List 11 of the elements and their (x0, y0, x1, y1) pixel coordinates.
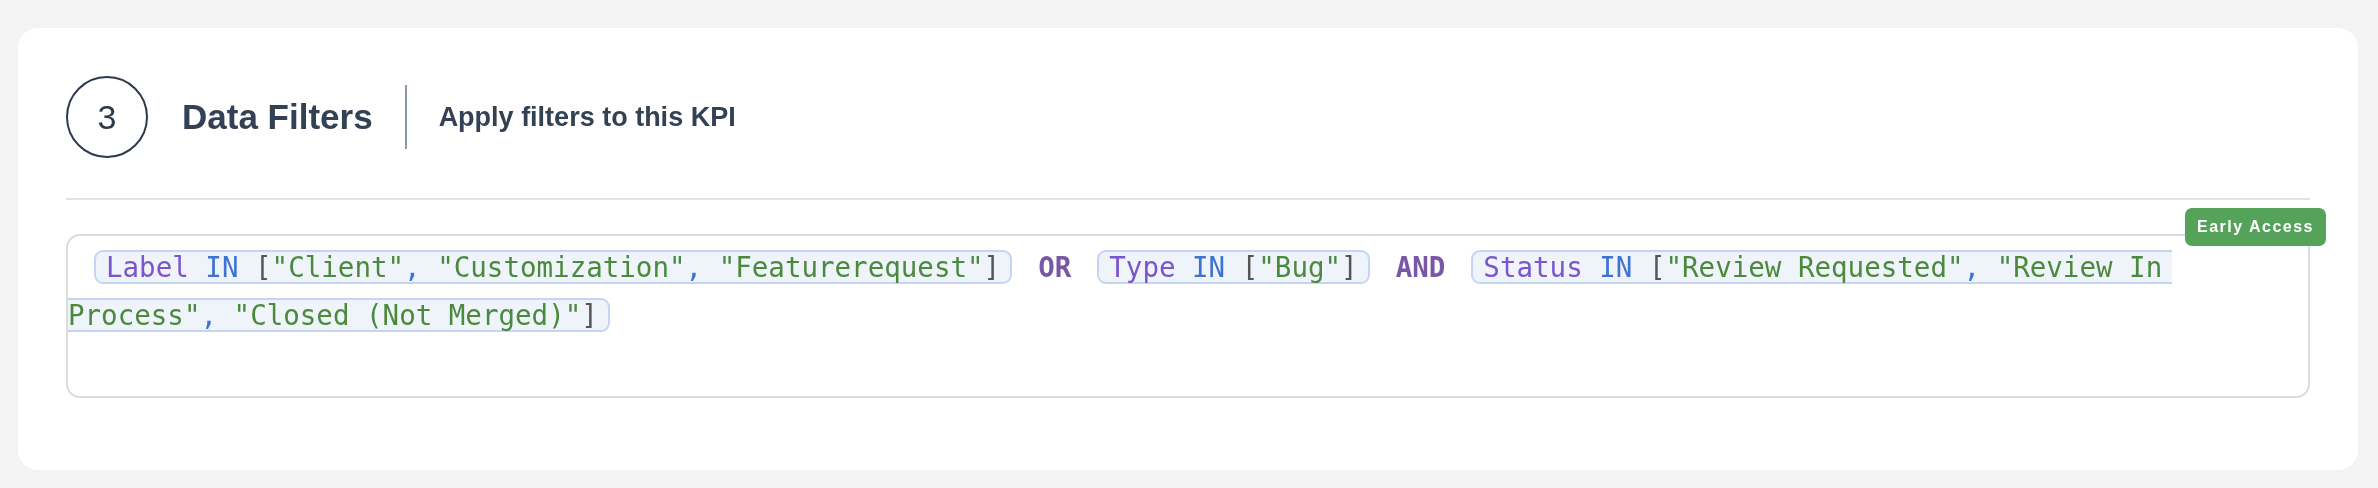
step-number: 3 (66, 76, 148, 158)
section-subtitle: Apply filters to this KPI (438, 100, 736, 134)
filter-clause[interactable]: Status IN ["Review Requested", "Review In (1471, 250, 2173, 284)
section-title: Data Filters (182, 96, 373, 138)
filter-clause[interactable]: Label IN ["Client", "Customization", "Featurerequest"] (94, 250, 1013, 284)
early-access-badge: Early Access (2184, 208, 2326, 246)
filter-expression-field[interactable]: Label IN ["Client", "Customization", "Featurerequest"] OR Type IN ["Bug"] AND Status IN ["Review Requested", "Review In Process", "Closed (Not Merged)"] (66, 234, 2310, 398)
filter-clause[interactable]: Type IN ["Bug"] (1097, 250, 1370, 284)
logic-operator: AND (1395, 252, 1446, 282)
filter-clause[interactable]: Process", "Closed (Not Merged)"] (68, 298, 610, 332)
logic-operator: OR (1038, 252, 1072, 282)
